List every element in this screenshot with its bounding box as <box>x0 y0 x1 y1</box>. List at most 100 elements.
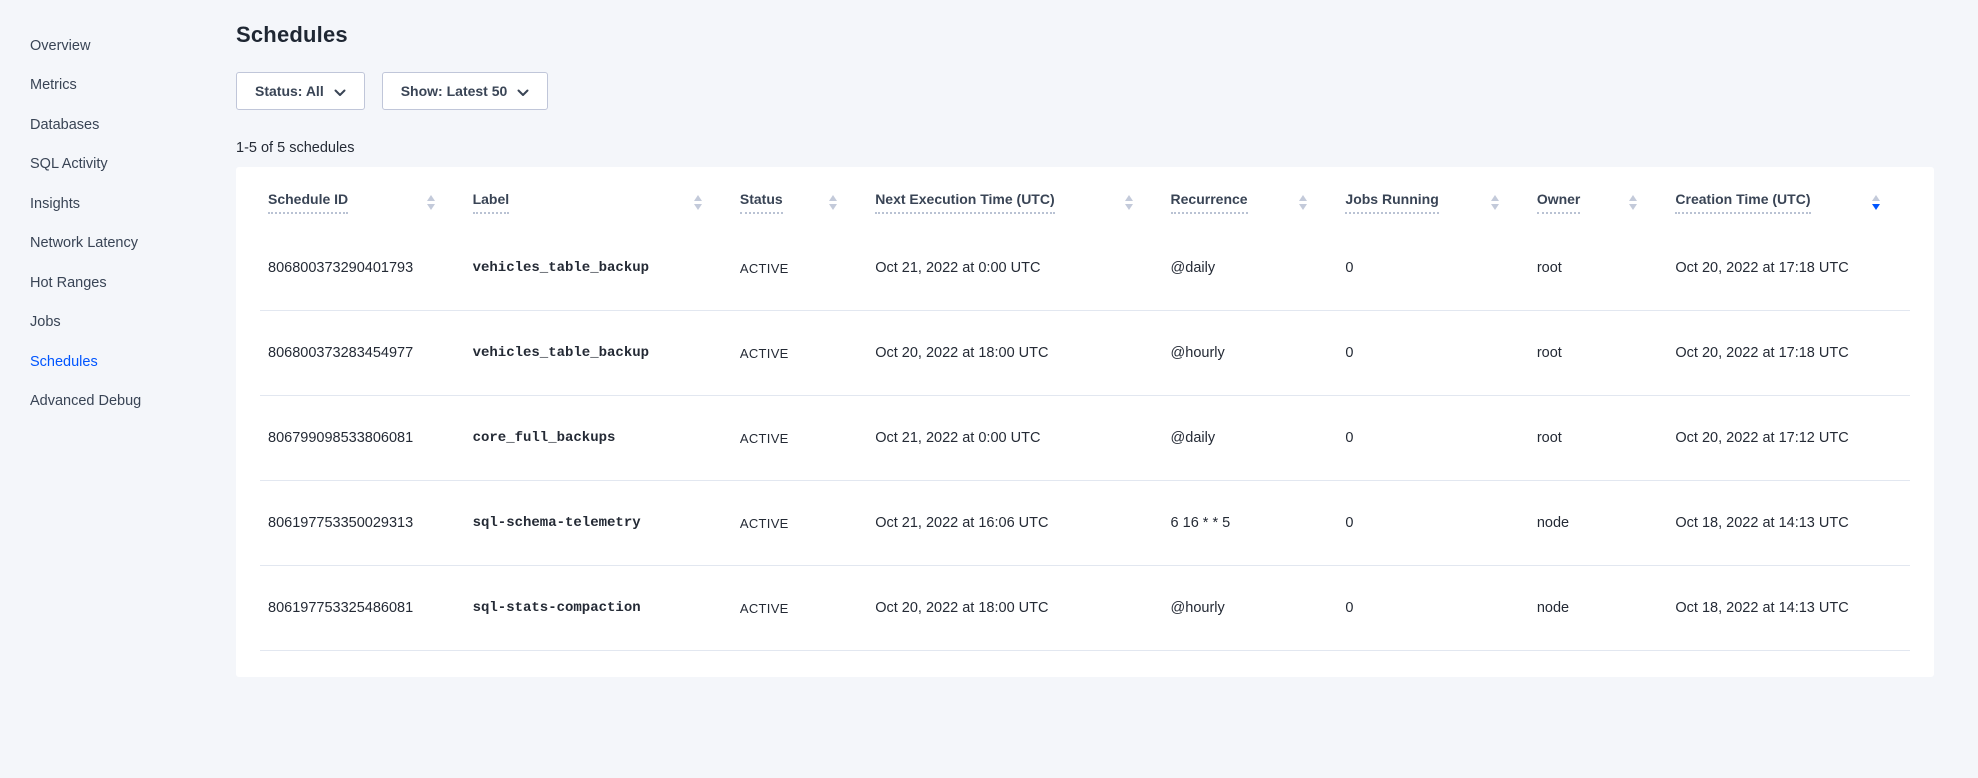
column-header: Creation Time (UTC) <box>1667 167 1910 226</box>
sidebar-item[interactable]: Schedules <box>30 342 236 382</box>
sidebar-item-label: Hot Ranges <box>30 275 107 291</box>
cell-label: core_full_backups <box>465 396 732 481</box>
sidebar-item-label: Advanced Debug <box>30 393 141 409</box>
column-header: Next Execution Time (UTC) <box>867 167 1162 226</box>
cell-creation-time: Oct 20, 2022 at 17:18 UTC <box>1667 226 1910 311</box>
cell-recurrence: @hourly <box>1163 311 1338 396</box>
cell-status: ACTIVE <box>732 396 867 481</box>
column-header-label[interactable]: Owner <box>1537 191 1581 214</box>
cell-owner: root <box>1529 311 1668 396</box>
chevron-down-icon <box>334 84 346 100</box>
cell-creation-time: Oct 18, 2022 at 14:13 UTC <box>1667 481 1910 566</box>
sidebar-item[interactable]: Network Latency <box>30 224 236 264</box>
cell-jobs-running: 0 <box>1337 396 1528 481</box>
show-filter-label: Show: Latest 50 <box>401 83 508 99</box>
column-header: Status <box>732 167 867 226</box>
sidebar-item-label: Overview <box>30 38 90 54</box>
status-filter-label: Status: All <box>255 83 324 99</box>
chevron-down-icon <box>517 84 529 100</box>
table-row[interactable]: 806197753350029313 sql-schema-telemetry … <box>260 481 1910 566</box>
cell-owner: root <box>1529 226 1668 311</box>
cell-label: vehicles_table_backup <box>465 226 732 311</box>
column-header-label[interactable]: Creation Time (UTC) <box>1675 191 1810 214</box>
cell-owner: root <box>1529 396 1668 481</box>
column-header: Schedule ID <box>260 167 465 226</box>
cell-owner: node <box>1529 481 1668 566</box>
table-row[interactable]: 806800373290401793 vehicles_table_backup… <box>260 226 1910 311</box>
cell-next-execution: Oct 21, 2022 at 16:06 UTC <box>867 481 1162 566</box>
sidebar-item[interactable]: Metrics <box>30 66 236 106</box>
table-header-row: Schedule ID Label <box>260 167 1910 226</box>
cell-label: vehicles_table_backup <box>465 311 732 396</box>
cell-jobs-running: 0 <box>1337 481 1528 566</box>
cell-jobs-running: 0 <box>1337 311 1528 396</box>
cell-schedule-id: 806197753350029313 <box>260 481 465 566</box>
sidebar-nav: Overview Metrics Databases SQL Activity … <box>0 0 236 778</box>
cell-creation-time: Oct 18, 2022 at 14:13 UTC <box>1667 566 1910 651</box>
status-filter-dropdown[interactable]: Status: All <box>236 72 365 110</box>
cell-recurrence: @daily <box>1163 396 1338 481</box>
cell-status: ACTIVE <box>732 566 867 651</box>
cell-creation-time: Oct 20, 2022 at 17:18 UTC <box>1667 311 1910 396</box>
cell-label: sql-stats-compaction <box>465 566 732 651</box>
sidebar-item[interactable]: Advanced Debug <box>30 382 236 422</box>
sort-arrows-icon[interactable] <box>694 195 702 210</box>
cell-status: ACTIVE <box>732 481 867 566</box>
cell-status: ACTIVE <box>732 311 867 396</box>
sort-arrows-icon[interactable] <box>829 195 837 210</box>
page-title: Schedules <box>236 22 1934 48</box>
cell-next-execution: Oct 21, 2022 at 0:00 UTC <box>867 226 1162 311</box>
sidebar-item[interactable]: Jobs <box>30 303 236 343</box>
sort-arrows-icon[interactable] <box>427 195 435 210</box>
table-row[interactable]: 806799098533806081 core_full_backups ACT… <box>260 396 1910 481</box>
sidebar-item-label: Insights <box>30 196 80 212</box>
sidebar-item[interactable]: Hot Ranges <box>30 263 236 303</box>
show-filter-dropdown[interactable]: Show: Latest 50 <box>382 72 549 110</box>
sidebar-item[interactable]: Insights <box>30 184 236 224</box>
cell-recurrence: @hourly <box>1163 566 1338 651</box>
cell-next-execution: Oct 21, 2022 at 0:00 UTC <box>867 396 1162 481</box>
sort-arrows-icon[interactable] <box>1629 195 1637 210</box>
sidebar-item-label: Schedules <box>30 354 98 370</box>
sidebar-item-label: Jobs <box>30 314 61 330</box>
column-header-label[interactable]: Schedule ID <box>268 191 348 214</box>
schedules-table-card: Schedule ID Label <box>236 167 1934 677</box>
cell-recurrence: @daily <box>1163 226 1338 311</box>
column-header: Owner <box>1529 167 1668 226</box>
cell-jobs-running: 0 <box>1337 226 1528 311</box>
filter-bar: Status: All Show: Latest 50 <box>236 72 1934 110</box>
results-count: 1-5 of 5 schedules <box>236 140 1934 156</box>
sidebar-item-label: SQL Activity <box>30 156 108 172</box>
column-header-label[interactable]: Next Execution Time (UTC) <box>875 191 1054 214</box>
column-header: Label <box>465 167 732 226</box>
sort-arrows-icon[interactable] <box>1125 195 1133 210</box>
sidebar-item-label: Network Latency <box>30 235 138 251</box>
cell-next-execution: Oct 20, 2022 at 18:00 UTC <box>867 311 1162 396</box>
table-row[interactable]: 806197753325486081 sql-stats-compaction … <box>260 566 1910 651</box>
table-body: 806800373290401793 vehicles_table_backup… <box>260 226 1910 651</box>
cell-status: ACTIVE <box>732 226 867 311</box>
sidebar-item-label: Metrics <box>30 77 77 93</box>
sort-arrows-icon[interactable] <box>1872 195 1880 210</box>
column-header: Jobs Running <box>1337 167 1528 226</box>
column-header-label[interactable]: Label <box>473 191 510 214</box>
column-header-label[interactable]: Status <box>740 191 783 214</box>
cell-schedule-id: 806197753325486081 <box>260 566 465 651</box>
column-header-label[interactable]: Jobs Running <box>1345 191 1438 214</box>
cell-recurrence: 6 16 * * 5 <box>1163 481 1338 566</box>
sidebar-item[interactable]: Overview <box>30 26 236 66</box>
column-header-label[interactable]: Recurrence <box>1171 191 1248 214</box>
sidebar-item[interactable]: SQL Activity <box>30 145 236 185</box>
schedules-table: Schedule ID Label <box>260 167 1910 651</box>
table-row[interactable]: 806800373283454977 vehicles_table_backup… <box>260 311 1910 396</box>
column-header: Recurrence <box>1163 167 1338 226</box>
cell-schedule-id: 806799098533806081 <box>260 396 465 481</box>
sort-arrows-icon[interactable] <box>1299 195 1307 210</box>
cell-schedule-id: 806800373290401793 <box>260 226 465 311</box>
sort-arrows-icon[interactable] <box>1491 195 1499 210</box>
cell-owner: node <box>1529 566 1668 651</box>
cell-jobs-running: 0 <box>1337 566 1528 651</box>
cell-creation-time: Oct 20, 2022 at 17:12 UTC <box>1667 396 1910 481</box>
sidebar-item[interactable]: Databases <box>30 105 236 145</box>
sidebar-item-label: Databases <box>30 117 99 133</box>
